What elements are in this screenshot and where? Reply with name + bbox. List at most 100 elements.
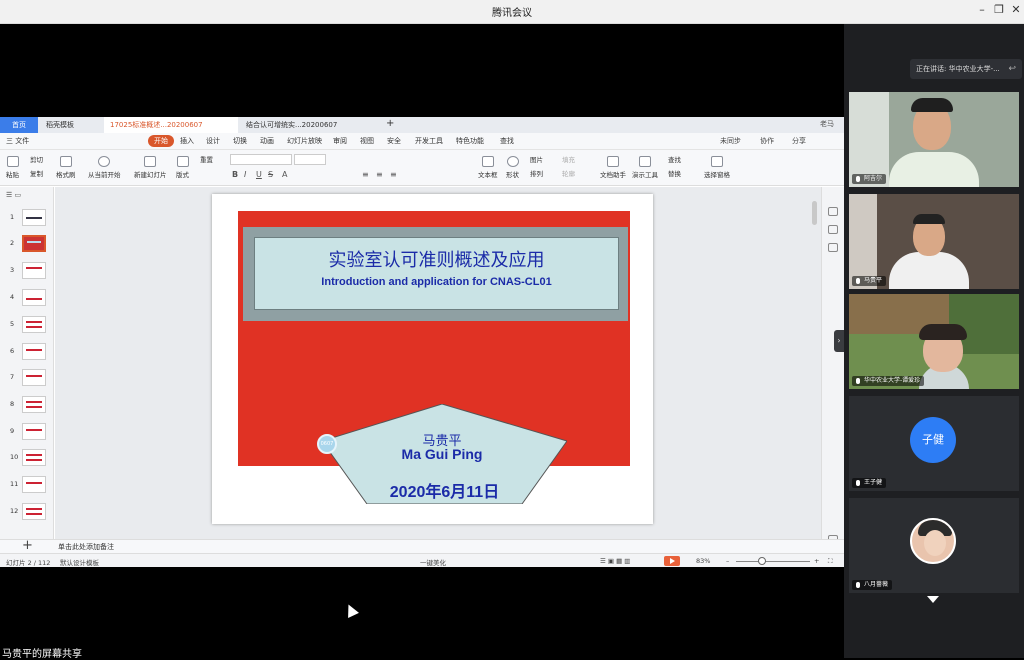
font-color-icon[interactable]: A — [282, 170, 287, 179]
notes-bar[interactable]: + 单击此处添加备注 — [0, 538, 844, 553]
paste-icon — [6, 156, 19, 167]
current-slide[interactable]: 实验室认可准则概述及应用 Introduction and applicatio… — [212, 194, 653, 524]
tab-special[interactable]: 特色功能 — [456, 136, 484, 146]
tab-templates[interactable]: 稻壳模板 — [40, 117, 102, 133]
back-icon[interactable]: ↩ — [1008, 59, 1016, 79]
close-icon[interactable]: ✕ — [1008, 3, 1024, 16]
chevron-down-icon[interactable] — [927, 596, 939, 603]
slide-icon — [144, 156, 157, 167]
tab-home[interactable]: 首页 — [0, 117, 38, 133]
right-tool-bar — [821, 187, 844, 544]
tab-transition[interactable]: 切换 — [233, 136, 247, 146]
thumb-3[interactable]: 3 — [6, 262, 50, 282]
properties-icon[interactable] — [828, 207, 838, 216]
tab-design[interactable]: 设计 — [206, 136, 220, 146]
collaborate-button[interactable]: 协作 — [760, 136, 774, 146]
tab-find[interactable]: 查找 — [500, 136, 514, 146]
font-size-select[interactable] — [294, 154, 326, 165]
style-icon[interactable] — [828, 225, 838, 234]
format-painter-button[interactable]: 格式刷 — [56, 156, 76, 179]
tab-review[interactable]: 审阅 — [333, 136, 347, 146]
backup-icon[interactable] — [828, 243, 838, 252]
share-button[interactable]: 分享 — [792, 136, 806, 146]
tab-developer[interactable]: 开发工具 — [415, 136, 443, 146]
minimize-icon[interactable]: – — [974, 3, 990, 16]
thumb-2[interactable]: 2 — [6, 235, 50, 255]
speaking-text: 正在讲话: 华中农业大学-... — [916, 65, 1000, 73]
thumb-10[interactable]: 10 — [6, 449, 50, 469]
thumb-8[interactable]: 8 — [6, 396, 50, 416]
picture-button[interactable]: 图片 — [530, 154, 543, 164]
tab-insert[interactable]: 插入 — [180, 136, 194, 146]
shape-button[interactable]: 形状 — [506, 156, 519, 179]
user-name[interactable]: 老马 — [820, 119, 834, 129]
new-slide-button[interactable]: 新建幻灯片 — [134, 156, 167, 179]
font-family-select[interactable] — [230, 154, 292, 165]
thumb-5[interactable]: 5 — [6, 316, 50, 336]
fill-button[interactable]: 填充 — [562, 154, 575, 164]
zoom-out-icon[interactable]: – — [726, 557, 729, 565]
video-tile-2[interactable]: 马贵平 — [849, 194, 1019, 289]
thumb-12[interactable]: 12 — [6, 503, 50, 523]
underline-icon[interactable]: U — [256, 170, 262, 179]
zoom-in-icon[interactable]: + — [814, 557, 819, 565]
participant-name-1: 阿吉尔 — [852, 174, 887, 184]
video-tile-5[interactable]: 八月蔷薇 — [849, 498, 1019, 593]
view-icons[interactable]: ☰ ▣ ▦ ▥ — [600, 557, 630, 565]
zoom-slider-knob[interactable] — [758, 557, 766, 565]
ribbon-toolbar: 粘贴 剪切 复制 格式刷 从当前开始 新建幻灯片 版式 重置 B I U S A… — [0, 150, 844, 186]
select-pane-button[interactable]: 选择窗格 — [704, 156, 730, 179]
video-tile-4[interactable]: 子健 王子健 — [849, 396, 1019, 491]
find-button[interactable]: 查找 — [668, 154, 681, 164]
thumb-4[interactable]: 4 — [6, 289, 50, 309]
align-right-icon[interactable]: ≡ — [390, 170, 397, 179]
tab-security[interactable]: 安全 — [387, 136, 401, 146]
zoom-slider[interactable] — [736, 561, 810, 562]
fit-icon[interactable]: ⛶ — [828, 557, 833, 566]
outline-icon[interactable]: ☰ ▭ — [6, 191, 21, 199]
video-tile-1[interactable]: 阿吉尔 — [849, 92, 1019, 187]
textbox-button[interactable]: 文本框 — [478, 156, 498, 179]
doc-assistant-button[interactable]: 文档助手 — [600, 156, 626, 179]
menu-file[interactable]: 三 文件 — [6, 136, 29, 146]
thumb-7[interactable]: 7 — [6, 369, 50, 389]
thumb-11[interactable]: 11 — [6, 476, 50, 496]
doc-tabs: 首页 稻壳模板 17025标准概述...20200607 结合认可增统实...2… — [0, 117, 844, 133]
align-center-icon[interactable]: ≡ — [376, 170, 383, 179]
cut-button[interactable]: 剪切 — [30, 154, 43, 164]
add-slide-icon[interactable]: + — [22, 538, 33, 553]
slideshow-play-button[interactable] — [664, 556, 680, 566]
tab-slideshow[interactable]: 幻灯片放映 — [287, 136, 322, 146]
tab-doc-cnas[interactable]: 结合认可增统实...20200607 — [240, 117, 378, 133]
present-tools-button[interactable]: 演示工具 — [632, 156, 658, 179]
restore-icon[interactable]: ❐ — [991, 3, 1007, 16]
strike-icon[interactable]: S — [268, 170, 273, 179]
collapse-panel-button[interactable]: › — [834, 330, 844, 352]
paste-button[interactable]: 粘贴 — [6, 156, 19, 179]
thumb-1[interactable]: 1 — [6, 209, 50, 229]
speaking-indicator[interactable]: 正在讲话: 华中农业大学-... ↩ — [910, 59, 1022, 79]
play-icon — [98, 156, 111, 167]
outline-button[interactable]: 轮廓 — [562, 168, 575, 178]
new-tab-icon[interactable]: + — [386, 118, 394, 129]
tab-start[interactable]: 开始 — [148, 135, 174, 147]
align-left-icon[interactable]: ≡ — [362, 170, 369, 179]
tab-animation[interactable]: 动画 — [260, 136, 274, 146]
bold-icon[interactable]: B — [232, 170, 238, 179]
thumb-9[interactable]: 9 — [6, 423, 50, 443]
play-from-current-button[interactable]: 从当前开始 — [88, 156, 121, 179]
reset-button[interactable]: 重置 — [200, 154, 213, 164]
video-tile-3[interactable]: 华中农业大学-谭爱珍 — [849, 294, 1019, 389]
tab-doc-17025[interactable]: 17025标准概述...20200607 — [104, 117, 238, 133]
thumb-6[interactable]: 6 — [6, 343, 50, 363]
canvas-scrollbar[interactable] — [812, 201, 817, 225]
arrange-button[interactable]: 排列 — [530, 168, 543, 178]
beautify-button[interactable]: 一键美化 — [420, 557, 446, 567]
tab-view[interactable]: 视图 — [360, 136, 374, 146]
sync-status[interactable]: 未同步 — [720, 136, 741, 146]
replace-button[interactable]: 替换 — [668, 168, 681, 178]
copy-button[interactable]: 复制 — [30, 168, 43, 178]
italic-icon[interactable]: I — [244, 170, 246, 179]
participant-name-5: 八月蔷薇 — [852, 580, 893, 590]
layout-button[interactable]: 版式 — [176, 156, 189, 179]
